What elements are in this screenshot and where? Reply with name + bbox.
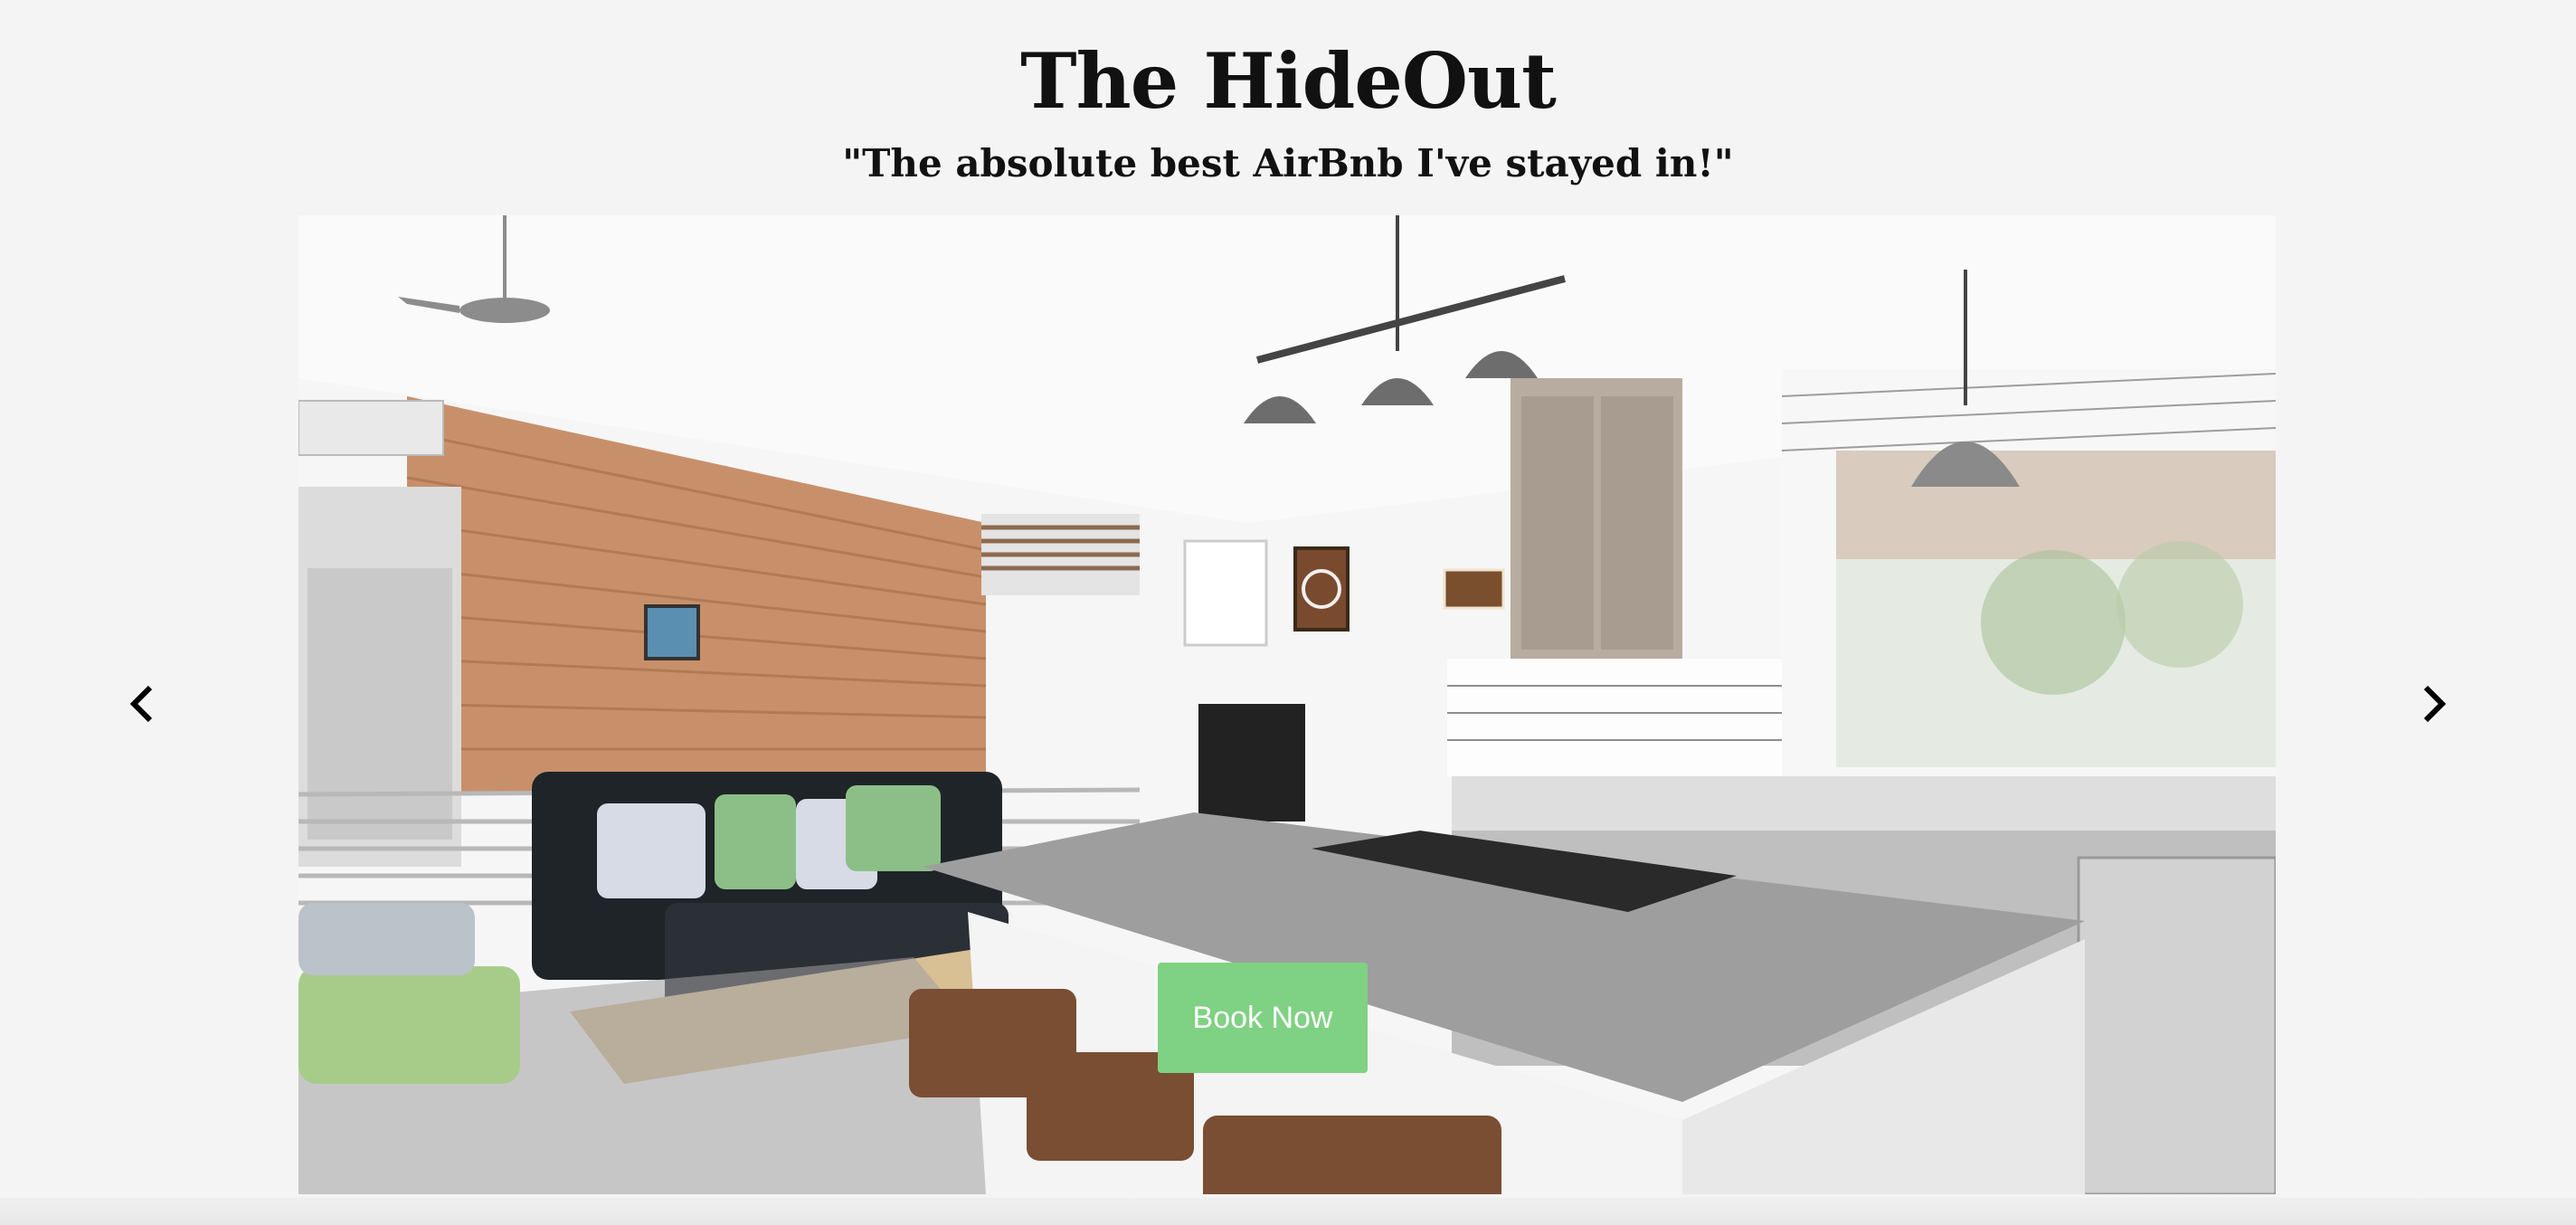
- carousel-next-button[interactable]: [2399, 668, 2471, 740]
- page-title: The HideOut: [1020, 36, 1557, 126]
- book-now-button[interactable]: Book Now: [1158, 963, 1368, 1073]
- page-footer-edge: [0, 1198, 2576, 1225]
- carousel-prev-button[interactable]: [105, 668, 177, 740]
- chevron-right-icon: [2423, 685, 2447, 723]
- tagline: "The absolute best AirBnb I've stayed in…: [842, 141, 1734, 185]
- chevron-left-icon: [129, 685, 153, 723]
